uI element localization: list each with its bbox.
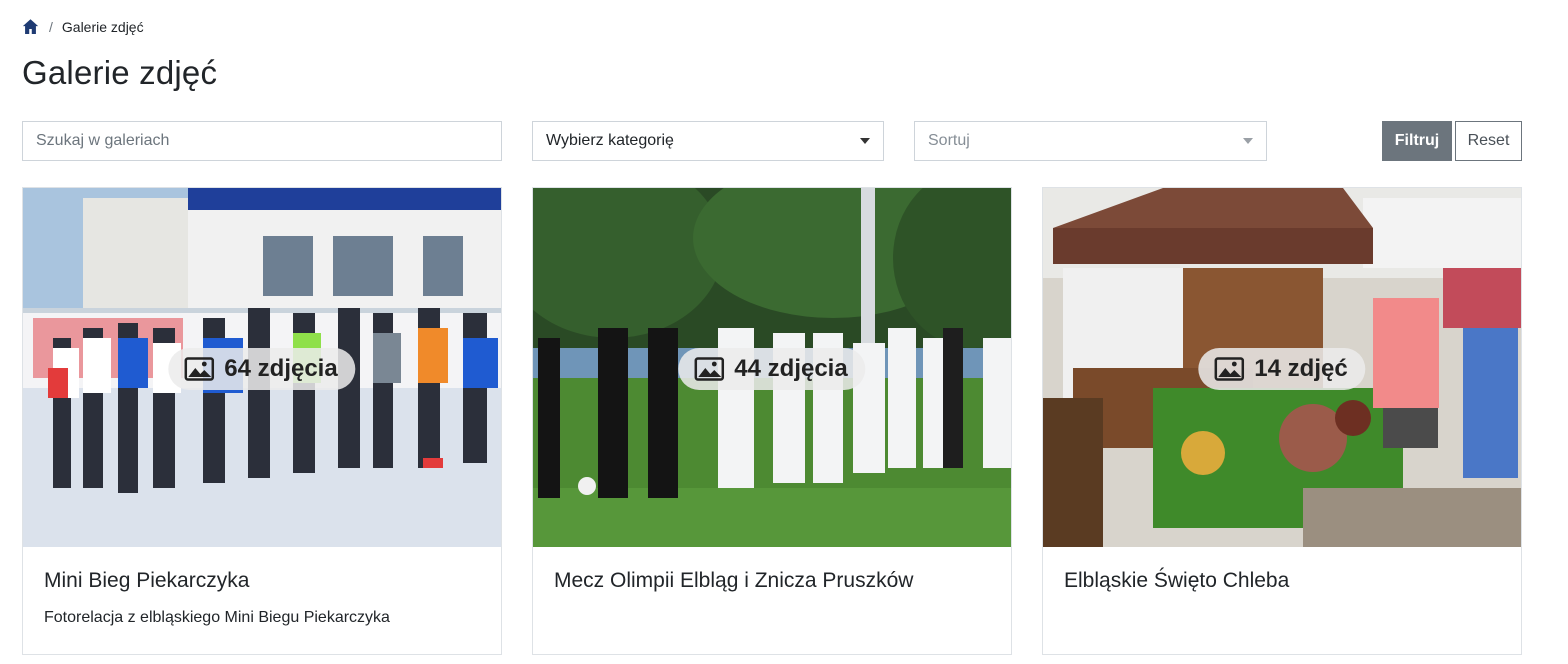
sort-select[interactable]: Sortuj (914, 121, 1267, 161)
photo-count-badge: 64 zdjęcia (168, 348, 356, 390)
category-select[interactable]: Wybierz kategorię (532, 121, 884, 161)
photo-count-badge: 14 zdjęć (1198, 348, 1366, 390)
gallery-description: Fotorelacja z elbląskiego Mini Biegu Pie… (44, 609, 390, 626)
photo-count: 64 zdjęcia (224, 355, 338, 382)
page-title: Galerie zdjęć (22, 54, 218, 91)
breadcrumb-separator: / (49, 18, 53, 35)
search-field[interactable] (22, 121, 502, 161)
gallery-card[interactable]: 64 zdjęcia Mini Bieg Piekarczyka Fotorel… (22, 187, 502, 655)
photo-count: 14 zdjęć (1254, 355, 1348, 382)
image-icon (1214, 357, 1245, 381)
gallery-cover-image[interactable]: 64 zdjęcia (23, 188, 501, 547)
chevron-down-icon (1243, 138, 1253, 144)
photo-count-badge: 44 zdjęcia (678, 348, 866, 390)
image-icon (694, 357, 725, 381)
image-icon (184, 357, 215, 381)
filter-button[interactable]: Filtruj (1382, 121, 1452, 161)
photo-count: 44 zdjęcia (734, 355, 848, 382)
breadcrumb: / Galerie zdjęć (22, 18, 144, 35)
gallery-title[interactable]: Mini Bieg Piekarczyka (44, 569, 249, 593)
search-input[interactable] (36, 132, 488, 150)
gallery-card[interactable]: 44 zdjęcia Mecz Olimpii Elbląg i Znicza … (532, 187, 1012, 655)
chevron-down-icon (860, 138, 870, 144)
gallery-cover-image[interactable]: 44 zdjęcia (533, 188, 1011, 547)
breadcrumb-current: Galerie zdjęć (61, 18, 144, 35)
gallery-card[interactable]: 14 zdjęć Elbląskie Święto Chleba (1042, 187, 1522, 655)
sort-select-placeholder: Sortuj (928, 132, 970, 149)
gallery-cover-image[interactable]: 14 zdjęć (1043, 188, 1521, 547)
reset-button[interactable]: Reset (1455, 121, 1522, 161)
category-select-value: Wybierz kategorię (546, 132, 674, 149)
gallery-title[interactable]: Elbląskie Święto Chleba (1064, 569, 1289, 593)
gallery-title[interactable]: Mecz Olimpii Elbląg i Znicza Pruszków (554, 569, 913, 593)
home-icon[interactable] (22, 18, 39, 35)
